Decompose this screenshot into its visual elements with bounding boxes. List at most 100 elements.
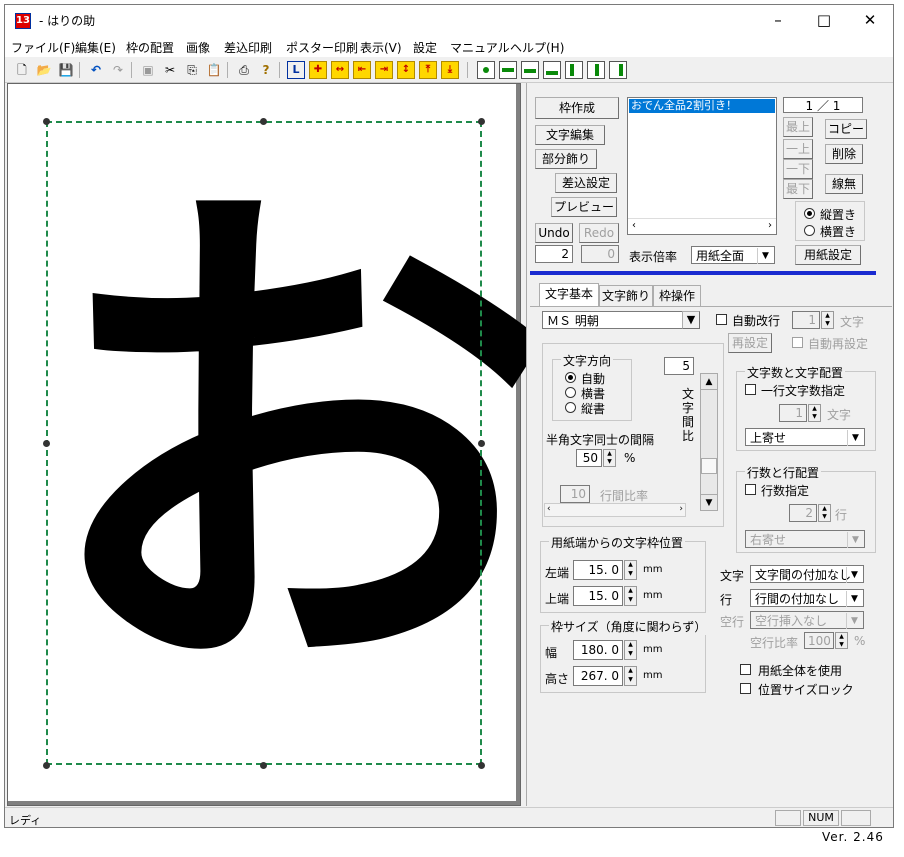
left-edge-spinner[interactable]: ▲ ▼ xyxy=(624,560,637,580)
tab-frame-ops[interactable]: 枠操作 xyxy=(653,285,701,306)
paper-settings-button[interactable]: 用紙設定 xyxy=(795,245,861,265)
redo-icon[interactable]: ↷ xyxy=(109,61,127,79)
position-center-bar-icon[interactable] xyxy=(587,61,605,79)
line-count-field[interactable]: 2 xyxy=(789,504,817,522)
list-item[interactable]: おでん全品2割引き！ xyxy=(629,99,775,113)
frame-handle-right[interactable] xyxy=(478,440,485,447)
menu-settings[interactable]: 設定 xyxy=(413,39,437,56)
portrait-radio[interactable] xyxy=(804,208,815,219)
menu-merge-print[interactable]: 差込印刷 xyxy=(224,39,272,56)
redo-button[interactable]: Redo xyxy=(579,223,619,243)
close-button[interactable]: ✕ xyxy=(847,5,893,35)
move-up-button[interactable]: 一上 xyxy=(783,139,813,159)
frame-handle-left[interactable] xyxy=(43,440,50,447)
create-frame-button[interactable]: 枠作成 xyxy=(535,97,619,119)
chars-count-spinner[interactable]: ▲ ▼ xyxy=(808,404,821,422)
landscape-radio[interactable] xyxy=(804,225,815,236)
save-icon[interactable]: 💾 xyxy=(57,61,75,79)
merge-settings-button[interactable]: 差込設定 xyxy=(555,173,617,193)
auto-reset-checkbox[interactable] xyxy=(792,337,803,348)
frame-list[interactable]: おでん全品2割引き！ ‹ › xyxy=(627,97,777,235)
chevron-down-icon[interactable]: ▼ xyxy=(847,532,863,548)
lock-position-checkbox[interactable] xyxy=(740,683,751,694)
auto-wrap-spinner[interactable]: ▲ ▼ xyxy=(821,311,834,329)
menu-frame-layout[interactable]: 枠の配置 xyxy=(126,39,174,56)
chevron-down-icon[interactable]: ▼ xyxy=(757,248,773,264)
tab-text-basic[interactable]: 文字基本 xyxy=(539,283,599,307)
position-bottom-bar-icon[interactable] xyxy=(543,61,561,79)
line-align-select[interactable]: 右寄せ ▼ xyxy=(745,530,865,548)
direction-vertical-radio[interactable] xyxy=(565,402,576,413)
menu-file[interactable]: ファイル(F) xyxy=(11,39,75,56)
edit-text-button[interactable]: 文字編集 xyxy=(535,125,605,145)
zoom-select[interactable]: 用紙全面 ▼ xyxy=(691,246,775,264)
align-top-icon[interactable]: ⤒ xyxy=(419,61,437,79)
undo-icon[interactable]: ↶ xyxy=(87,61,105,79)
auto-wrap-checkbox[interactable] xyxy=(716,314,727,325)
use-whole-paper-checkbox[interactable] xyxy=(740,664,751,675)
scroll-left-icon[interactable]: ‹ xyxy=(632,220,636,231)
left-edge-field[interactable]: 15. 0 xyxy=(573,560,623,580)
position-middle-bar-icon[interactable] xyxy=(521,61,539,79)
print-icon[interactable]: ⎙ xyxy=(235,61,253,79)
width-spinner[interactable]: ▲ ▼ xyxy=(624,640,637,660)
row-spacing-select[interactable]: 行間の付加なし ▼ xyxy=(750,589,864,607)
position-center-icon[interactable] xyxy=(477,61,495,79)
frame-handle-bottom-right[interactable] xyxy=(478,762,485,769)
scroll-up-icon[interactable]: ▲ xyxy=(701,374,717,390)
line-count-checkbox[interactable] xyxy=(745,484,756,495)
blank-line-select[interactable]: 空行挿入なし ▼ xyxy=(750,611,864,629)
text-spacing-select[interactable]: 文字間の付加なし ▼ xyxy=(750,565,864,583)
list-scrollbar[interactable]: ‹ › xyxy=(628,218,776,234)
position-left-bar-icon[interactable] xyxy=(565,61,583,79)
line-ratio-field[interactable]: 10 xyxy=(560,485,590,503)
undo-button[interactable]: Undo xyxy=(535,223,573,243)
cut-icon[interactable]: ✂ xyxy=(161,61,179,79)
chars-count-field[interactable]: 1 xyxy=(779,404,807,422)
text-frame[interactable] xyxy=(46,121,482,765)
line-count-spinner[interactable]: ▲ ▼ xyxy=(818,504,831,522)
open-folder-icon[interactable]: 📂 xyxy=(35,61,53,79)
align-center-all-icon[interactable]: ✚ xyxy=(309,61,327,79)
move-top-button[interactable]: 最上 xyxy=(783,117,813,137)
menu-view[interactable]: 表示(V) xyxy=(360,39,402,56)
copy-button[interactable]: コピー xyxy=(825,119,867,139)
frame-handle-bottom-left[interactable] xyxy=(43,762,50,769)
frame-outline-icon[interactable]: L xyxy=(287,61,305,79)
font-dropdown-button[interactable]: ▼ xyxy=(682,311,700,329)
chevron-down-icon[interactable]: ▼ xyxy=(847,430,863,446)
blank-ratio-spinner[interactable]: ▲ ▼ xyxy=(835,632,848,649)
select-icon[interactable]: ▣ xyxy=(139,61,157,79)
frame-handle-top-left[interactable] xyxy=(43,118,50,125)
char-spacing-field[interactable]: 5 xyxy=(664,357,694,375)
char-align-select[interactable]: 上寄せ ▼ xyxy=(745,428,865,446)
scroll-left-icon[interactable]: ‹ xyxy=(547,504,551,514)
height-spinner[interactable]: ▲ ▼ xyxy=(624,666,637,686)
frame-handle-top[interactable] xyxy=(260,118,267,125)
menu-help[interactable]: ヘルプ(H) xyxy=(510,39,564,56)
blank-ratio-field[interactable]: 100 xyxy=(804,632,834,649)
char-spacing-scrollbar[interactable]: ▲ ▼ xyxy=(700,373,718,511)
counter-right-field[interactable]: 0 xyxy=(581,245,619,263)
font-select[interactable]: ＭＳ 明朝 xyxy=(542,311,684,329)
frame-handle-bottom[interactable] xyxy=(260,762,267,769)
maximize-button[interactable]: □ xyxy=(801,5,847,35)
paper-sheet[interactable]: お xyxy=(8,84,558,801)
preview-button[interactable]: プレビュー xyxy=(551,197,617,217)
menu-manual[interactable]: マニュアル xyxy=(450,39,510,56)
help-question-icon[interactable]: ? xyxy=(257,61,275,79)
width-field[interactable]: 180. 0 xyxy=(573,640,623,660)
paste-icon[interactable]: 📋 xyxy=(205,61,223,79)
halfwidth-spinner[interactable]: ▲ ▼ xyxy=(603,449,616,467)
copy-icon[interactable]: ⎘ xyxy=(183,61,201,79)
align-right-icon[interactable]: ⇥ xyxy=(375,61,393,79)
auto-wrap-count[interactable]: 1 xyxy=(792,311,820,329)
align-vertical-icon[interactable]: ↕ xyxy=(397,61,415,79)
reset-button[interactable]: 再設定 xyxy=(728,333,772,353)
minimize-button[interactable]: – xyxy=(755,5,801,35)
top-edge-spinner[interactable]: ▲ ▼ xyxy=(624,586,637,606)
chevron-down-icon[interactable]: ▼ xyxy=(846,567,862,583)
position-right-bar-icon[interactable] xyxy=(609,61,627,79)
chevron-down-icon[interactable]: ▼ xyxy=(846,613,862,629)
move-down-button[interactable]: 一下 xyxy=(783,159,813,179)
